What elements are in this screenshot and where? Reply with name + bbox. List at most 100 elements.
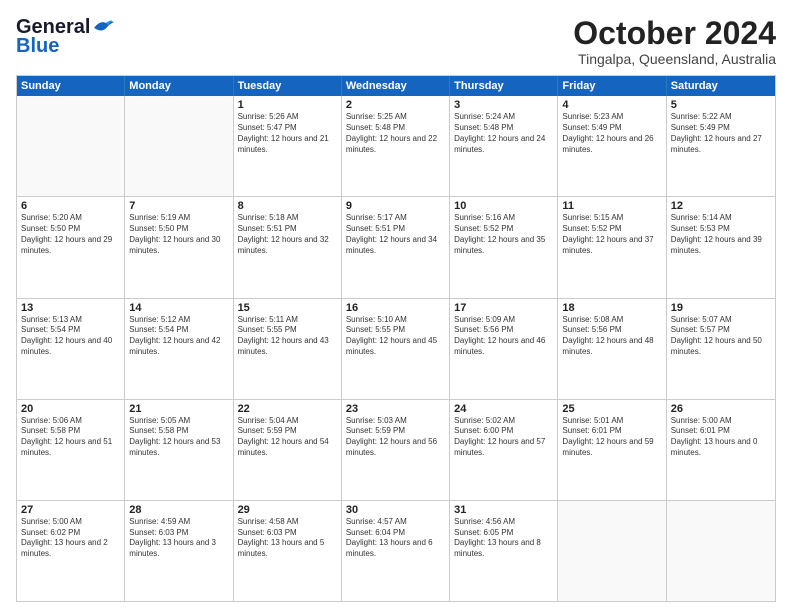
day-cell-9: 9Sunrise: 5:17 AM Sunset: 5:51 PM Daylig…	[342, 197, 450, 297]
day-cell-30: 30Sunrise: 4:57 AM Sunset: 6:04 PM Dayli…	[342, 501, 450, 601]
day-number: 23	[346, 403, 445, 415]
page: General Blue October 2024 Tingalpa, Quee…	[0, 0, 792, 612]
day-cell-25: 25Sunrise: 5:01 AM Sunset: 6:01 PM Dayli…	[558, 400, 666, 500]
bird-icon	[92, 18, 114, 34]
day-cell-22: 22Sunrise: 5:04 AM Sunset: 5:59 PM Dayli…	[234, 400, 342, 500]
day-info: Sunrise: 5:01 AM Sunset: 6:01 PM Dayligh…	[562, 416, 661, 459]
day-cell-19: 19Sunrise: 5:07 AM Sunset: 5:57 PM Dayli…	[667, 299, 775, 399]
day-info: Sunrise: 4:58 AM Sunset: 6:03 PM Dayligh…	[238, 517, 337, 560]
day-number: 24	[454, 403, 553, 415]
logo-blue: Blue	[16, 35, 59, 58]
calendar-week-2: 6Sunrise: 5:20 AM Sunset: 5:50 PM Daylig…	[17, 197, 775, 298]
day-number: 28	[129, 504, 228, 516]
day-cell-5: 5Sunrise: 5:22 AM Sunset: 5:49 PM Daylig…	[667, 96, 775, 196]
logo: General Blue	[16, 16, 114, 58]
day-info: Sunrise: 5:07 AM Sunset: 5:57 PM Dayligh…	[671, 315, 771, 358]
header-day-tuesday: Tuesday	[234, 76, 342, 96]
day-info: Sunrise: 4:57 AM Sunset: 6:04 PM Dayligh…	[346, 517, 445, 560]
day-cell-28: 28Sunrise: 4:59 AM Sunset: 6:03 PM Dayli…	[125, 501, 233, 601]
day-number: 16	[346, 302, 445, 314]
day-number: 5	[671, 99, 771, 111]
day-number: 2	[346, 99, 445, 111]
empty-cell	[558, 501, 666, 601]
day-number: 15	[238, 302, 337, 314]
day-number: 22	[238, 403, 337, 415]
day-info: Sunrise: 5:23 AM Sunset: 5:49 PM Dayligh…	[562, 112, 661, 155]
day-cell-26: 26Sunrise: 5:00 AM Sunset: 6:01 PM Dayli…	[667, 400, 775, 500]
empty-cell	[667, 501, 775, 601]
header: General Blue October 2024 Tingalpa, Quee…	[16, 16, 776, 67]
day-cell-7: 7Sunrise: 5:19 AM Sunset: 5:50 PM Daylig…	[125, 197, 233, 297]
day-number: 13	[21, 302, 120, 314]
day-cell-14: 14Sunrise: 5:12 AM Sunset: 5:54 PM Dayli…	[125, 299, 233, 399]
day-number: 9	[346, 200, 445, 212]
day-info: Sunrise: 4:59 AM Sunset: 6:03 PM Dayligh…	[129, 517, 228, 560]
day-number: 25	[562, 403, 661, 415]
day-info: Sunrise: 5:14 AM Sunset: 5:53 PM Dayligh…	[671, 213, 771, 256]
location: Tingalpa, Queensland, Australia	[573, 51, 776, 67]
day-cell-8: 8Sunrise: 5:18 AM Sunset: 5:51 PM Daylig…	[234, 197, 342, 297]
day-number: 1	[238, 99, 337, 111]
header-day-monday: Monday	[125, 76, 233, 96]
title-section: October 2024 Tingalpa, Queensland, Austr…	[573, 16, 776, 67]
day-number: 18	[562, 302, 661, 314]
day-info: Sunrise: 5:15 AM Sunset: 5:52 PM Dayligh…	[562, 213, 661, 256]
calendar-week-1: 1Sunrise: 5:26 AM Sunset: 5:47 PM Daylig…	[17, 96, 775, 197]
day-info: Sunrise: 5:18 AM Sunset: 5:51 PM Dayligh…	[238, 213, 337, 256]
day-cell-12: 12Sunrise: 5:14 AM Sunset: 5:53 PM Dayli…	[667, 197, 775, 297]
day-number: 3	[454, 99, 553, 111]
day-number: 11	[562, 200, 661, 212]
day-info: Sunrise: 5:02 AM Sunset: 6:00 PM Dayligh…	[454, 416, 553, 459]
day-number: 19	[671, 302, 771, 314]
day-number: 4	[562, 99, 661, 111]
day-number: 7	[129, 200, 228, 212]
day-cell-20: 20Sunrise: 5:06 AM Sunset: 5:58 PM Dayli…	[17, 400, 125, 500]
day-cell-15: 15Sunrise: 5:11 AM Sunset: 5:55 PM Dayli…	[234, 299, 342, 399]
day-number: 27	[21, 504, 120, 516]
day-cell-21: 21Sunrise: 5:05 AM Sunset: 5:58 PM Dayli…	[125, 400, 233, 500]
header-day-friday: Friday	[558, 76, 666, 96]
day-cell-17: 17Sunrise: 5:09 AM Sunset: 5:56 PM Dayli…	[450, 299, 558, 399]
day-cell-16: 16Sunrise: 5:10 AM Sunset: 5:55 PM Dayli…	[342, 299, 450, 399]
day-info: Sunrise: 5:16 AM Sunset: 5:52 PM Dayligh…	[454, 213, 553, 256]
calendar-week-5: 27Sunrise: 5:00 AM Sunset: 6:02 PM Dayli…	[17, 501, 775, 601]
day-cell-23: 23Sunrise: 5:03 AM Sunset: 5:59 PM Dayli…	[342, 400, 450, 500]
day-info: Sunrise: 4:56 AM Sunset: 6:05 PM Dayligh…	[454, 517, 553, 560]
day-number: 30	[346, 504, 445, 516]
day-cell-3: 3Sunrise: 5:24 AM Sunset: 5:48 PM Daylig…	[450, 96, 558, 196]
header-day-wednesday: Wednesday	[342, 76, 450, 96]
day-cell-4: 4Sunrise: 5:23 AM Sunset: 5:49 PM Daylig…	[558, 96, 666, 196]
empty-cell	[125, 96, 233, 196]
day-number: 21	[129, 403, 228, 415]
day-info: Sunrise: 5:11 AM Sunset: 5:55 PM Dayligh…	[238, 315, 337, 358]
day-number: 10	[454, 200, 553, 212]
month-title: October 2024	[573, 16, 776, 51]
day-info: Sunrise: 5:17 AM Sunset: 5:51 PM Dayligh…	[346, 213, 445, 256]
day-info: Sunrise: 5:04 AM Sunset: 5:59 PM Dayligh…	[238, 416, 337, 459]
calendar-week-4: 20Sunrise: 5:06 AM Sunset: 5:58 PM Dayli…	[17, 400, 775, 501]
day-info: Sunrise: 5:24 AM Sunset: 5:48 PM Dayligh…	[454, 112, 553, 155]
day-number: 29	[238, 504, 337, 516]
day-number: 31	[454, 504, 553, 516]
day-cell-31: 31Sunrise: 4:56 AM Sunset: 6:05 PM Dayli…	[450, 501, 558, 601]
day-info: Sunrise: 5:20 AM Sunset: 5:50 PM Dayligh…	[21, 213, 120, 256]
calendar-header: SundayMondayTuesdayWednesdayThursdayFrid…	[17, 76, 775, 96]
day-number: 20	[21, 403, 120, 415]
header-day-thursday: Thursday	[450, 76, 558, 96]
day-number: 12	[671, 200, 771, 212]
day-cell-18: 18Sunrise: 5:08 AM Sunset: 5:56 PM Dayli…	[558, 299, 666, 399]
day-cell-6: 6Sunrise: 5:20 AM Sunset: 5:50 PM Daylig…	[17, 197, 125, 297]
day-number: 14	[129, 302, 228, 314]
day-cell-24: 24Sunrise: 5:02 AM Sunset: 6:00 PM Dayli…	[450, 400, 558, 500]
header-day-saturday: Saturday	[667, 76, 775, 96]
day-cell-1: 1Sunrise: 5:26 AM Sunset: 5:47 PM Daylig…	[234, 96, 342, 196]
day-info: Sunrise: 5:25 AM Sunset: 5:48 PM Dayligh…	[346, 112, 445, 155]
day-info: Sunrise: 5:06 AM Sunset: 5:58 PM Dayligh…	[21, 416, 120, 459]
day-info: Sunrise: 5:03 AM Sunset: 5:59 PM Dayligh…	[346, 416, 445, 459]
day-number: 6	[21, 200, 120, 212]
day-info: Sunrise: 5:26 AM Sunset: 5:47 PM Dayligh…	[238, 112, 337, 155]
day-number: 17	[454, 302, 553, 314]
day-cell-29: 29Sunrise: 4:58 AM Sunset: 6:03 PM Dayli…	[234, 501, 342, 601]
empty-cell	[17, 96, 125, 196]
day-info: Sunrise: 5:05 AM Sunset: 5:58 PM Dayligh…	[129, 416, 228, 459]
